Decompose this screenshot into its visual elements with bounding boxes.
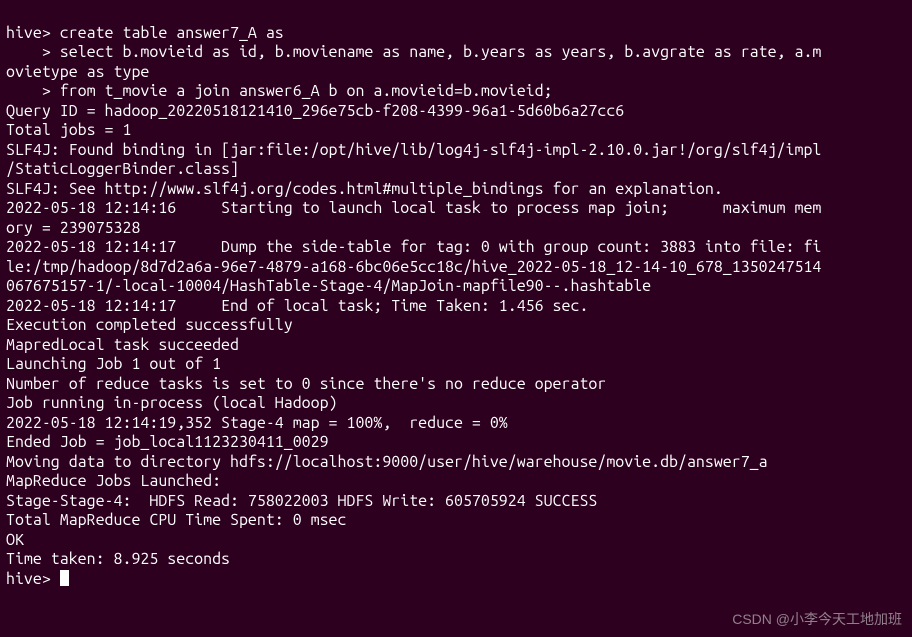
terminal-line: 2022-05-18 12:14:17 End of local task; T… xyxy=(6,297,588,315)
terminal-line: Stage-Stage-4: HDFS Read: 758022003 HDFS… xyxy=(6,492,597,510)
cursor-icon xyxy=(60,570,69,586)
terminal-line: Execution completed successfully xyxy=(6,316,293,334)
watermark-text: CSDN @小李今天工地加班 xyxy=(732,610,902,630)
terminal-line: Job running in-process (local Hadoop) xyxy=(6,394,338,412)
terminal-line: Time taken: 8.925 seconds xyxy=(6,550,230,568)
terminal-line: ovietype as type xyxy=(6,63,149,81)
terminal-line: le:/tmp/hadoop/8d7d2a6a-96e7-4879-a168-6… xyxy=(6,258,821,276)
terminal-line: MapredLocal task succeeded xyxy=(6,336,239,354)
terminal-line: hive> create table answer7_A as xyxy=(6,24,284,42)
terminal-line: /StaticLoggerBinder.class] xyxy=(6,160,239,178)
terminal-line: OK xyxy=(6,531,24,549)
terminal-line: MapReduce Jobs Launched: xyxy=(6,472,221,490)
terminal-line: > select b.movieid as id, b.moviename as… xyxy=(6,43,821,61)
terminal-line: SLF4J: Found binding in [jar:file:/opt/h… xyxy=(6,141,821,159)
terminal-line: 2022-05-18 12:14:19,352 Stage-4 map = 10… xyxy=(6,414,508,432)
terminal-line: SLF4J: See http://www.slf4j.org/codes.ht… xyxy=(6,180,723,198)
terminal-line: Ended Job = job_local1123230411_0029 xyxy=(6,433,329,451)
terminal-line: 2022-05-18 12:14:17 Dump the side-table … xyxy=(6,238,821,256)
terminal-line: Total jobs = 1 xyxy=(6,121,131,139)
terminal-line: 067675157-1/-local-10004/HashTable-Stage… xyxy=(6,277,651,295)
terminal-output[interactable]: hive> create table answer7_A as > select… xyxy=(0,0,912,589)
terminal-line: Moving data to directory hdfs://localhos… xyxy=(6,453,768,471)
terminal-line: Total MapReduce CPU Time Spent: 0 msec xyxy=(6,511,346,529)
terminal-line: Number of reduce tasks is set to 0 since… xyxy=(6,375,606,393)
terminal-line: > from t_movie a join answer6_A b on a.m… xyxy=(6,82,553,100)
terminal-line: 2022-05-18 12:14:16 Starting to launch l… xyxy=(6,199,821,217)
terminal-line: ory = 239075328 xyxy=(6,219,140,237)
terminal-line: Query ID = hadoop_20220518121410_296e75c… xyxy=(6,102,624,120)
terminal-line: Launching Job 1 out of 1 xyxy=(6,355,221,373)
terminal-prompt[interactable]: hive> xyxy=(6,570,60,588)
